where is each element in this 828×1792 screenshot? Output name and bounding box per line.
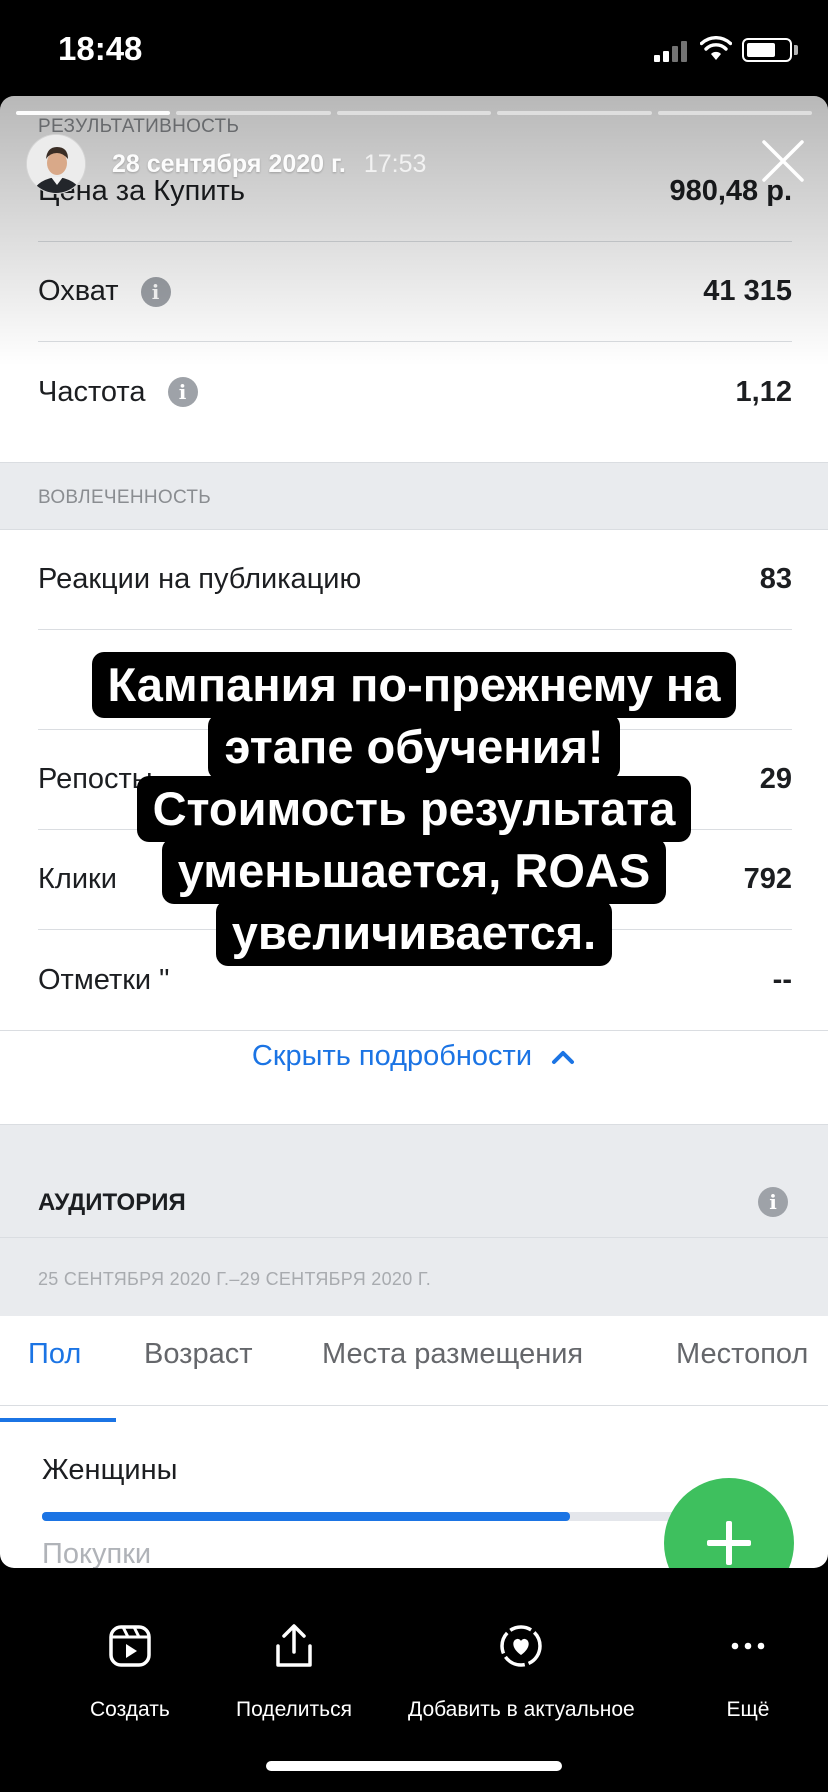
metric-value: --	[772, 963, 792, 996]
tab-placements[interactable]: Места размещения	[322, 1338, 583, 1371]
close-icon[interactable]	[760, 138, 806, 184]
more-icon	[731, 1642, 765, 1650]
progress-segment	[16, 111, 171, 115]
caption-line: Кампания по-прежнему на	[91, 652, 737, 718]
audience-section: АУДИТОРИЯ i 25 СЕНТЯБРЯ 2020 Г.–29 СЕНТЯ…	[0, 1124, 828, 1316]
avatar-portrait-icon	[27, 135, 85, 193]
divider	[0, 1237, 828, 1238]
segment-bar-fill	[42, 1512, 570, 1521]
home-indicator[interactable]	[266, 1761, 562, 1771]
metric-value: 83	[759, 563, 792, 595]
add-to-highlights-button[interactable]: Добавить в актуальное	[408, 1622, 635, 1722]
info-icon[interactable]: i	[167, 377, 198, 407]
metric-label: Реакции на публикацию	[38, 563, 362, 595]
caption-line: уменьшается, ROAS	[161, 838, 667, 904]
more-button[interactable]: Ещё	[724, 1622, 772, 1722]
metric-row-reach: Охват i 41 315	[38, 242, 792, 342]
story-date: 28 сентября 2020 г.	[112, 149, 346, 178]
hide-details-label: Скрыть подробности	[251, 1040, 533, 1072]
metric-label-purchases: Покупки	[42, 1538, 152, 1568]
share-icon	[276, 1624, 312, 1667]
story-viewer[interactable]: 28 сентября 2020 г. 17:53 РЕЗУЛЬТАТИВНОС…	[0, 96, 828, 1568]
add-to-highlights-label: Добавить в актуальное	[408, 1698, 635, 1721]
engagement-section-label: ВОВЛЕЧЕННОСТЬ	[38, 487, 212, 508]
story-actions-bar: Создать Поделиться Добавить в актуальное…	[0, 1568, 828, 1792]
more-label: Ещё	[726, 1698, 770, 1721]
audience-date-range: 25 СЕНТЯБРЯ 2020 Г.–29 СЕНТЯБРЯ 2020 Г.	[38, 1269, 431, 1289]
highlight-heart-icon	[500, 1625, 543, 1667]
audience-info-icon[interactable]: i	[758, 1187, 788, 1217]
caption-line: увеличивается.	[215, 900, 613, 966]
audience-title: АУДИТОРИЯ	[38, 1189, 186, 1216]
add-button[interactable]	[664, 1478, 794, 1568]
metric-value: 1,12	[735, 375, 792, 408]
caption-line: Стоимость результата	[136, 776, 692, 842]
story-progress-bar	[16, 111, 813, 115]
metric-label-text: Частота	[38, 375, 146, 408]
cellular-signal-icon	[654, 40, 688, 62]
share-button[interactable]: Поделиться	[236, 1622, 352, 1722]
metric-value: 41 315	[703, 275, 792, 307]
segment-label: Женщины	[42, 1454, 178, 1486]
status-bar: 18:48	[0, 0, 828, 96]
metric-label: Охват i	[38, 275, 171, 308]
segment-bar-track	[42, 1512, 682, 1521]
progress-segment	[336, 111, 492, 115]
engagement-section-header: ВОВЛЕЧЕННОСТЬ	[0, 462, 828, 530]
active-tab-underline	[0, 1418, 116, 1422]
story-header: 28 сентября 2020 г. 17:53	[26, 134, 426, 194]
story-caption: Кампания по-прежнему на этапе обучения! …	[0, 652, 828, 966]
metric-row-frequency: Частота i 1,12	[38, 342, 792, 442]
audience-tabs: Пол Возраст Места размещения Местопол	[0, 1316, 828, 1406]
avatar[interactable]	[26, 134, 86, 194]
story-time: 17:53	[363, 149, 427, 178]
metric-row-reactions: Реакции на публикацию 83	[38, 530, 792, 630]
caption-line: этапе обучения!	[208, 714, 620, 780]
create-label: Создать	[90, 1698, 170, 1721]
progress-segment	[176, 111, 331, 115]
tab-gender[interactable]: Пол	[28, 1338, 81, 1371]
battery-icon	[742, 38, 792, 62]
hide-details-link[interactable]: Скрыть подробности	[0, 1040, 828, 1073]
create-button[interactable]: Создать	[90, 1622, 170, 1722]
info-icon[interactable]: i	[140, 276, 171, 307]
status-time: 18:48	[58, 30, 143, 67]
metric-label: Частота i	[38, 376, 198, 409]
reels-icon	[109, 1625, 151, 1667]
wifi-icon	[700, 36, 732, 60]
divider	[0, 1030, 828, 1031]
tab-location[interactable]: Местопол	[676, 1338, 808, 1371]
battery-cap	[794, 45, 798, 55]
chevron-up-icon	[552, 1051, 575, 1065]
tab-age[interactable]: Возраст	[144, 1338, 252, 1371]
progress-segment	[657, 111, 813, 115]
metric-label-text: Охват	[38, 275, 119, 307]
progress-segment	[497, 111, 652, 115]
metric-label: Отметки "	[38, 963, 170, 996]
share-label: Поделиться	[236, 1698, 352, 1721]
